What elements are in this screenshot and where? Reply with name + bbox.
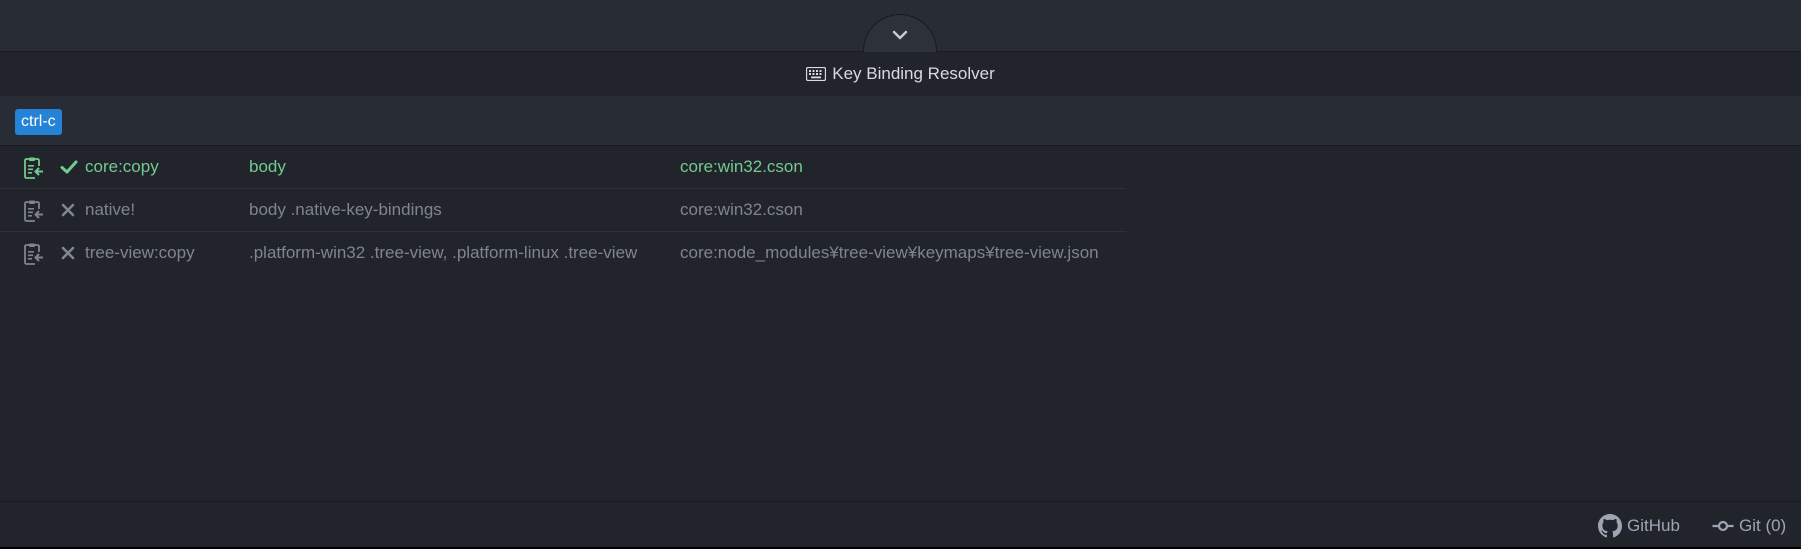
git-commit-icon: [1712, 520, 1734, 531]
binding-command: native!: [85, 200, 136, 219]
clipboard-icon[interactable]: [21, 199, 45, 228]
chevron-down-icon: [892, 30, 908, 40]
github-icon: [1598, 513, 1622, 537]
binding-row[interactable]: core:copy body core:win32.cson: [0, 146, 1126, 189]
keystroke-badge: ctrl-c: [15, 109, 62, 135]
git-label: Git (0): [1739, 515, 1787, 535]
binding-selector: body: [249, 157, 286, 176]
binding-selector: body .native-key-bindings: [249, 200, 442, 219]
status-bar: GitHub Git (0): [0, 501, 1801, 549]
panel-header: Key Binding Resolver: [0, 52, 1801, 96]
editor-bottom-strip: [0, 0, 1801, 52]
panel-toggle-button[interactable]: [863, 14, 937, 52]
clipboard-icon[interactable]: [21, 156, 45, 185]
binding-command: tree-view:copy: [85, 243, 195, 262]
binding-row[interactable]: native! body .native-key-bindings core:w…: [0, 189, 1126, 232]
bindings-table: core:copy body core:win32.cson native! b…: [0, 146, 1126, 274]
binding-source: core:node_modules¥tree-view¥keymaps¥tree…: [680, 243, 1099, 262]
binding-command: core:copy: [85, 157, 159, 176]
editor-window: Key Binding Resolver ctrl-c core:copy bo…: [0, 0, 1801, 549]
x-icon: [60, 202, 76, 223]
panel-title: Key Binding Resolver: [832, 64, 995, 83]
keystroke-row: ctrl-c: [0, 96, 1801, 146]
clipboard-icon[interactable]: [21, 242, 45, 271]
x-icon: [60, 245, 76, 266]
github-button[interactable]: GitHub: [1598, 502, 1680, 549]
binding-source: core:win32.cson: [680, 200, 803, 219]
github-label: GitHub: [1627, 515, 1680, 535]
keyboard-icon: [806, 67, 827, 81]
binding-row[interactable]: tree-view:copy .platform-win32 .tree-vie…: [0, 232, 1126, 274]
binding-source: core:win32.cson: [680, 157, 803, 176]
git-button[interactable]: Git (0): [1712, 502, 1786, 549]
binding-selector: .platform-win32 .tree-view, .platform-li…: [249, 243, 638, 262]
check-icon: [60, 159, 78, 180]
